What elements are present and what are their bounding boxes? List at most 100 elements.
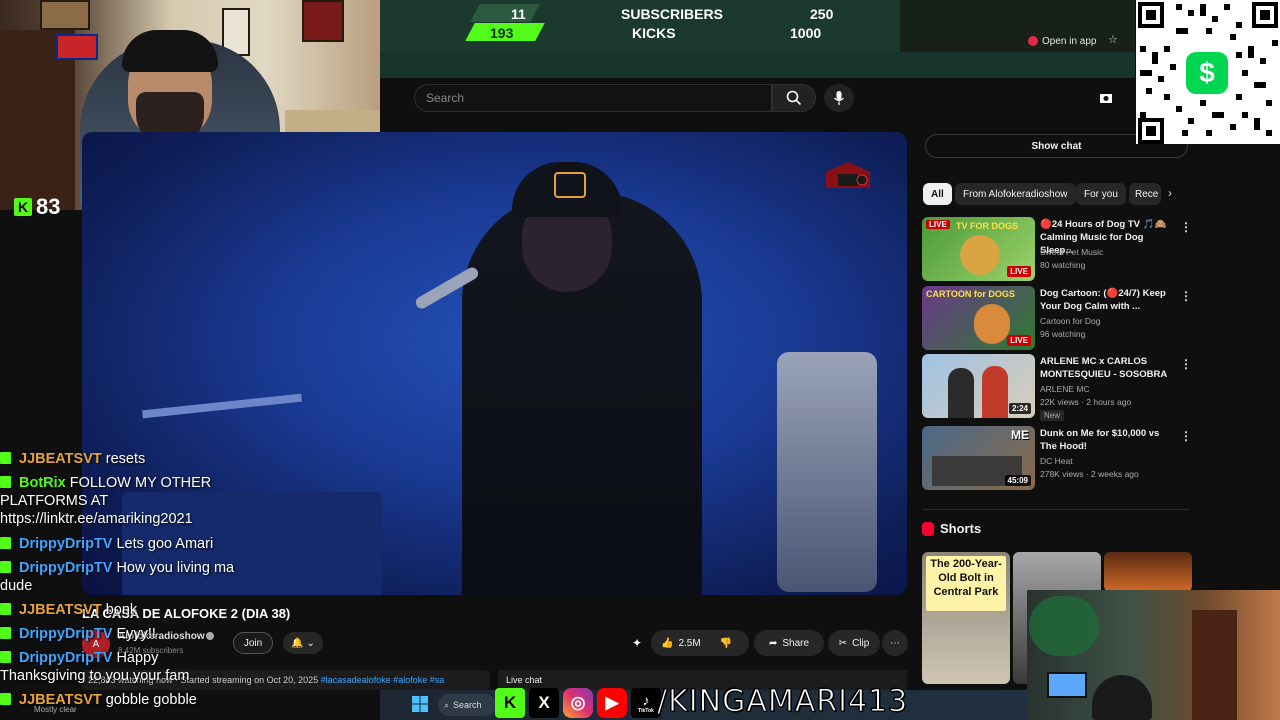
chat-text: PLATFORMS AT xyxy=(0,493,109,509)
open-in-app-button[interactable]: Open in app xyxy=(1028,31,1100,51)
recommendation-meta: 96 watching xyxy=(1040,329,1086,339)
cap-logo xyxy=(554,172,586,198)
shorts-icon xyxy=(922,521,934,536)
chat-message: DrippyDripTV How you living ma xyxy=(0,559,234,577)
recommendation-item[interactable]: ME 45:09 Dunk on Me for $10,000 vs The H… xyxy=(922,426,1192,490)
second-webcam xyxy=(1027,590,1280,720)
chat-username: DrippyDripTV xyxy=(19,560,113,576)
chat-message: JJBEATSVT bonk xyxy=(0,601,137,619)
chat-message: JJBEATSVT resets xyxy=(0,450,145,468)
recommendation-thumbnail[interactable]: LIVE TV FOR DOGS LIVE xyxy=(922,217,1035,281)
kick-badge-icon xyxy=(0,603,11,615)
thumbs-down-icon[interactable]: 👎 xyxy=(720,638,732,649)
like-count: 2.5M xyxy=(678,637,701,649)
chevron-down-icon: ⌄ xyxy=(306,637,315,649)
recommendation-channel[interactable]: DC Heat xyxy=(1040,456,1073,466)
conga-drum xyxy=(777,352,877,592)
thumbs-up-icon[interactable]: 👍 xyxy=(661,638,673,649)
taskbar-search[interactable]: ⌕ Search xyxy=(438,694,496,716)
chat-text: gobble gobble xyxy=(105,692,197,708)
kick-viewer-count: K 83 xyxy=(14,194,60,220)
kicks-current: 193 xyxy=(490,25,514,41)
recommendation-thumbnail[interactable]: ME 45:09 xyxy=(922,426,1035,490)
search-input[interactable]: Search xyxy=(414,84,772,112)
recommendation-channel[interactable]: Sweet Pet Music xyxy=(1040,247,1103,257)
kick-logo-icon: K xyxy=(495,688,525,718)
clip-label: Clip xyxy=(852,637,870,649)
qr-finder xyxy=(1138,118,1164,144)
short-caption: The 200-Year-Old Bolt in Central Park xyxy=(926,556,1006,611)
chat-message: BotRix FOLLOW MY OTHER xyxy=(0,474,211,492)
recommendation-title[interactable]: Dog Cartoon: (🔴24/7) Keep Your Dog Calm … xyxy=(1040,287,1175,313)
star-icon[interactable]: ☆ xyxy=(1108,33,1118,46)
recommendation-item[interactable]: CARTOON for DOGS LIVE Dog Cartoon: (🔴24/… xyxy=(922,286,1192,350)
duration-badge: 45:09 xyxy=(1004,475,1031,486)
subs-current: 11 xyxy=(511,6,526,22)
short-item[interactable] xyxy=(1104,552,1192,592)
chat-text: Eyyy!! xyxy=(116,626,156,642)
create-icon[interactable] xyxy=(1096,88,1116,108)
search-icon: ⌕ xyxy=(444,699,450,710)
social-icons: K X ◎ ▶ ♪ TikTok xyxy=(495,686,661,720)
more-vert-icon[interactable]: ⋮ xyxy=(1180,429,1192,443)
clip-button[interactable]: ✂ Clip xyxy=(828,630,880,656)
more-vert-icon[interactable]: ⋮ xyxy=(1180,289,1192,303)
windows-start-icon[interactable] xyxy=(412,696,428,712)
search-button[interactable] xyxy=(772,84,816,112)
chevron-right-icon[interactable]: › xyxy=(1168,186,1172,200)
recommendation-item[interactable]: 2:24 ARLENE MC x CARLOS MONTESQUIEU - SO… xyxy=(922,354,1192,421)
chip-all[interactable]: All xyxy=(923,183,952,205)
poster xyxy=(302,0,344,42)
streamer-hat xyxy=(122,30,218,72)
more-vert-icon[interactable]: ⋮ xyxy=(1180,220,1192,234)
recommendation-thumbnail[interactable]: 2:24 xyxy=(922,354,1035,418)
recommendation-thumbnail[interactable]: CARTOON for DOGS LIVE xyxy=(922,286,1035,350)
recommendation-item[interactable]: LIVE TV FOR DOGS LIVE 🔴24 Hours of Dog T… xyxy=(922,217,1192,281)
kick-badge-icon xyxy=(0,537,11,549)
chat-link[interactable]: https://linktr.ee/amariking2021 xyxy=(0,510,193,528)
subs-label: SUBSCRIBERS xyxy=(621,6,723,22)
kicks-label: KICKS xyxy=(632,25,676,41)
taskbar-search-label: Search xyxy=(453,700,482,710)
kick-count-value: 83 xyxy=(36,194,61,219)
chat-text: How you living ma xyxy=(116,560,235,576)
recommendation-title[interactable]: Dunk on Me for $10,000 vs The Hood! xyxy=(1040,427,1175,453)
recommendation-meta: 278K views · 2 weeks ago xyxy=(1040,469,1139,479)
more-actions-button[interactable]: ⋯ xyxy=(882,630,908,656)
chip-from-channel[interactable]: From Alofokeradioshow xyxy=(955,183,1076,205)
chat-text: Happy xyxy=(116,650,159,666)
thumb-text: TV FOR DOGS xyxy=(956,221,1019,231)
chip-for-you[interactable]: For you xyxy=(1076,183,1126,205)
recommendation-channel[interactable]: ARLENE MC xyxy=(1040,384,1090,394)
more-vert-icon[interactable]: ⋮ xyxy=(1180,357,1192,371)
chat-username: BotRix xyxy=(19,475,66,491)
chat-username: DrippyDripTV xyxy=(19,536,113,552)
cashapp-logo-icon: $ xyxy=(1186,52,1228,94)
recommendation-channel[interactable]: Cartoon for Dog xyxy=(1040,316,1100,326)
more-icon: ⋯ xyxy=(890,637,900,649)
kick-logo-icon: K xyxy=(14,198,32,216)
social-handle: /KINGAMARI413 xyxy=(656,684,909,720)
duration-badge: 2:24 xyxy=(1008,403,1031,414)
scissors-icon: ✂ xyxy=(838,637,848,649)
shorts-header: Shorts xyxy=(922,521,981,536)
thumb-text: ME xyxy=(1011,428,1029,442)
voice-search-button[interactable] xyxy=(824,84,854,112)
kick-badge-icon xyxy=(0,561,11,573)
recommendation-title[interactable]: ARLENE MC x CARLOS MONTESQUIEU - SOSOBRA xyxy=(1040,355,1175,381)
short-item[interactable]: The 200-Year-Old Bolt in Central Park xyxy=(922,552,1010,684)
flag xyxy=(56,34,98,60)
share-icon: ➦ xyxy=(768,637,778,649)
gift-icon[interactable]: ✦ xyxy=(632,636,646,650)
like-dislike-group[interactable]: 👍 2.5M 👎 xyxy=(651,630,749,656)
kick-badge-icon xyxy=(0,651,11,663)
kick-chat-overlay: JJBEATSVT resets BotRix FOLLOW MY OTHER PL… xyxy=(0,448,300,720)
new-badge: New xyxy=(1040,410,1065,421)
weather-label[interactable]: Mostly clear xyxy=(34,705,77,714)
chip-recent[interactable]: Rece xyxy=(1129,183,1161,205)
share-button[interactable]: ➦ Share xyxy=(754,630,824,656)
chat-text: Lets goo Amari xyxy=(116,536,214,552)
live-badge: LIVE xyxy=(1007,266,1031,277)
kick-badge-icon xyxy=(0,476,11,488)
green-light xyxy=(1029,596,1099,656)
